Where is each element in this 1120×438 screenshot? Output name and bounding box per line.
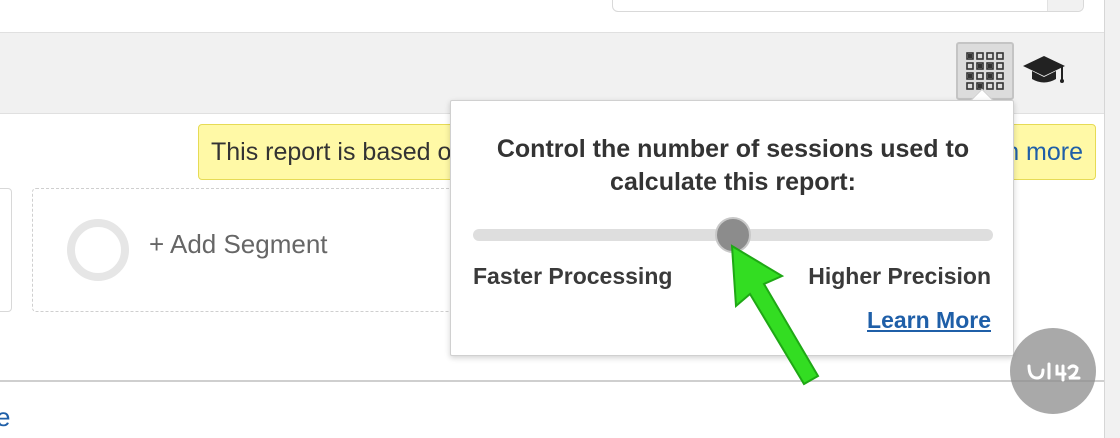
notice-text: This report is based o bbox=[211, 138, 452, 166]
segment-ring-icon bbox=[67, 219, 129, 281]
faster-processing-label: Faster Processing bbox=[473, 263, 673, 289]
search-input[interactable] bbox=[612, 0, 1084, 12]
scrollbar[interactable] bbox=[1104, 0, 1120, 438]
add-segment-label: + Add Segment bbox=[149, 229, 328, 259]
divider bbox=[0, 380, 1104, 382]
popover-title: Control the number of sessions used to c… bbox=[451, 133, 1015, 199]
watermark-icon bbox=[1027, 362, 1081, 382]
academy-button[interactable] bbox=[1020, 50, 1068, 92]
popover-title-line1: Control the number of sessions used to bbox=[496, 135, 970, 163]
higher-precision-label: Higher Precision bbox=[808, 263, 991, 289]
green-arrow-annotation bbox=[730, 244, 820, 386]
bottom-link[interactable]: e bbox=[0, 402, 10, 433]
notice-link[interactable]: n more bbox=[1005, 125, 1083, 179]
graduation-cap-icon bbox=[1023, 56, 1065, 83]
search-button[interactable] bbox=[1047, 0, 1083, 11]
learn-more-link[interactable]: Learn More bbox=[867, 307, 991, 334]
watermark-logo bbox=[1010, 328, 1096, 414]
grid-icon bbox=[966, 52, 1004, 90]
popover-title-line2: calculate this report: bbox=[610, 168, 856, 196]
segment-card-all-sessions[interactable] bbox=[0, 188, 12, 312]
add-segment-card[interactable]: + Add Segment bbox=[32, 188, 512, 312]
